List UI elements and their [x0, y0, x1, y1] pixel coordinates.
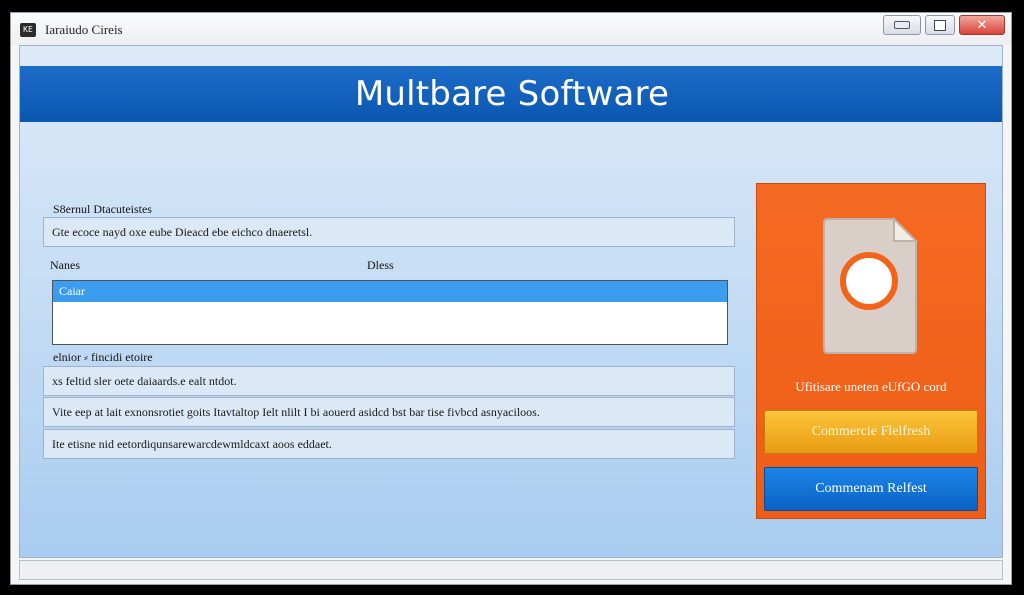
window-title: Iaraiudo Cireis — [45, 22, 123, 37]
close-button[interactable]: ✕ — [959, 15, 1005, 35]
maximize-icon — [934, 19, 946, 31]
minimize-button[interactable] — [883, 15, 921, 35]
status-bar — [19, 560, 1003, 580]
items-list[interactable]: Caiar — [52, 280, 728, 345]
column-header-names: Nanes — [50, 258, 80, 272]
description-field[interactable]: Gte ecoce nayd oxe eube Dieacd ebe eichc… — [43, 217, 735, 247]
promo-panel: Ufitisare uneten eUfGO cord Commercie Fl… — [756, 183, 986, 519]
section-label-details: S8ernul Dtacuteistes — [53, 202, 152, 216]
section-label-store: elnior ⸗ fincidi etoire — [53, 350, 153, 364]
banner-title: Multbare Software — [354, 74, 670, 114]
settings-field-a[interactable]: xs feltid sler oete daiaards.e ealt ntdo… — [43, 366, 735, 396]
application-window: KE Iaraiudo Cireis ✕ Multbare Software S… — [10, 12, 1012, 585]
commerce-refresh-button[interactable]: Commercie Flelfresh — [764, 410, 978, 454]
column-header-desc: Dless — [367, 258, 394, 272]
minimize-icon — [894, 21, 910, 29]
promo-text: Ufitisare uneten eUfGO cord — [795, 379, 947, 394]
common-refresh-button[interactable]: Commenam Relfest — [764, 467, 978, 511]
main-content: Multbare Software S8ernul Dtacuteistes G… — [19, 45, 1003, 558]
settings-field-b[interactable]: Vite eep at lait exnonsrotiet goits Itav… — [43, 397, 735, 427]
document-icon — [823, 217, 918, 354]
maximize-button[interactable] — [925, 15, 955, 35]
settings-field-c[interactable]: Ite etisne nid eetordiqunsarewarcdewmldc… — [43, 429, 735, 459]
close-icon: ✕ — [976, 17, 988, 33]
header-banner: Multbare Software — [20, 66, 1002, 122]
list-item-selected[interactable]: Caiar — [53, 281, 727, 302]
app-icon: KE — [20, 23, 36, 37]
title-bar[interactable]: KE Iaraiudo Cireis ✕ — [11, 13, 1011, 45]
